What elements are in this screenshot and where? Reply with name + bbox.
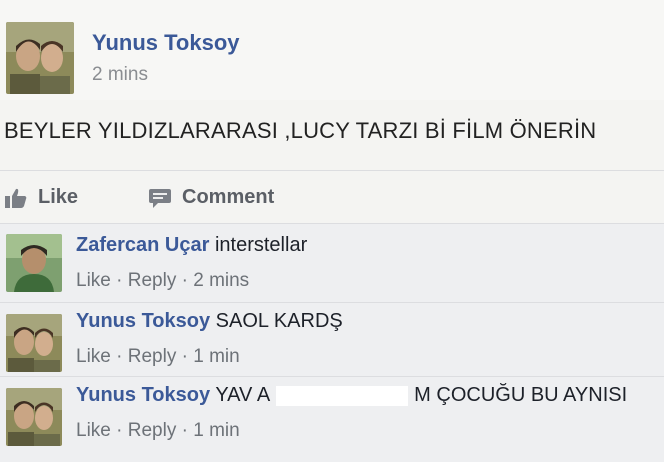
divider	[0, 302, 664, 303]
comment-reply-link[interactable]: Reply	[128, 270, 177, 291]
comment-like-link[interactable]: Like	[76, 346, 111, 367]
commenter-name[interactable]: Zafercan Uçar	[76, 234, 209, 256]
commenter-name[interactable]: Yunus Toksoy	[76, 384, 210, 406]
separator: ·	[116, 270, 123, 291]
speech-bubble-icon	[148, 187, 172, 209]
comment-timestamp[interactable]: 1 min	[193, 420, 239, 441]
comment-button[interactable]: Comment	[148, 186, 274, 209]
comment-reply-link[interactable]: Reply	[128, 346, 177, 367]
comment-content: Yunus Toksoy YAV A M ÇOCUĞU BU AYNISI	[76, 384, 627, 407]
comment-text-end: M ÇOCUĞU BU AYNISI	[414, 384, 628, 406]
like-label: Like	[38, 186, 79, 208]
comment-meta: Like · Reply · 1 min	[76, 420, 240, 442]
separator: ·	[181, 420, 188, 441]
post-timestamp[interactable]: 2 mins	[92, 64, 148, 86]
comment-meta: Like · Reply · 2 mins	[76, 270, 249, 292]
commenter-avatar[interactable]	[6, 388, 62, 446]
comment-item: Zafercan Uçar interstellar Like · Reply …	[0, 224, 664, 298]
comments-section: Zafercan Uçar interstellar Like · Reply …	[0, 224, 664, 462]
comment-timestamp[interactable]: 1 min	[193, 346, 239, 367]
comment-label: Comment	[182, 186, 275, 208]
redaction-block	[276, 385, 409, 406]
post-author-avatar[interactable]	[6, 22, 74, 94]
post-text: BEYLER YILDIZLARARASI ,LUCY TARZI Bİ FİL…	[4, 118, 597, 143]
commenter-avatar[interactable]	[6, 314, 62, 372]
comment-item: Yunus Toksoy YAV A M ÇOCUĞU BU AYNISI Lik…	[0, 380, 664, 454]
comment-like-link[interactable]: Like	[76, 270, 111, 291]
thumbs-up-icon	[4, 187, 28, 209]
commenter-name[interactable]: Yunus Toksoy	[76, 310, 210, 332]
comment-timestamp[interactable]: 2 mins	[193, 270, 249, 291]
like-button[interactable]: Like	[4, 186, 78, 209]
divider	[0, 170, 664, 171]
commenter-avatar[interactable]	[6, 234, 62, 292]
comment-reply-link[interactable]: Reply	[128, 420, 177, 441]
separator: ·	[181, 270, 188, 291]
comment-text-start: YAV A	[215, 384, 271, 406]
comment-text: interstellar	[214, 234, 308, 256]
comment-item: Yunus Toksoy SAOL KARDŞ Like · Reply · 1…	[0, 306, 664, 380]
comment-content: Zafercan Uçar interstellar	[76, 234, 307, 257]
comment-like-link[interactable]: Like	[76, 420, 111, 441]
comment-text: SAOL KARDŞ	[215, 310, 343, 332]
comment-meta: Like · Reply · 1 min	[76, 346, 240, 368]
comment-content: Yunus Toksoy SAOL KARDŞ	[76, 310, 343, 333]
divider	[0, 376, 664, 377]
separator: ·	[181, 346, 188, 367]
post-author-name[interactable]: Yunus Toksoy	[92, 30, 240, 56]
separator: ·	[116, 420, 123, 441]
separator: ·	[116, 346, 123, 367]
post-header: Yunus Toksoy 2 mins	[0, 0, 664, 100]
